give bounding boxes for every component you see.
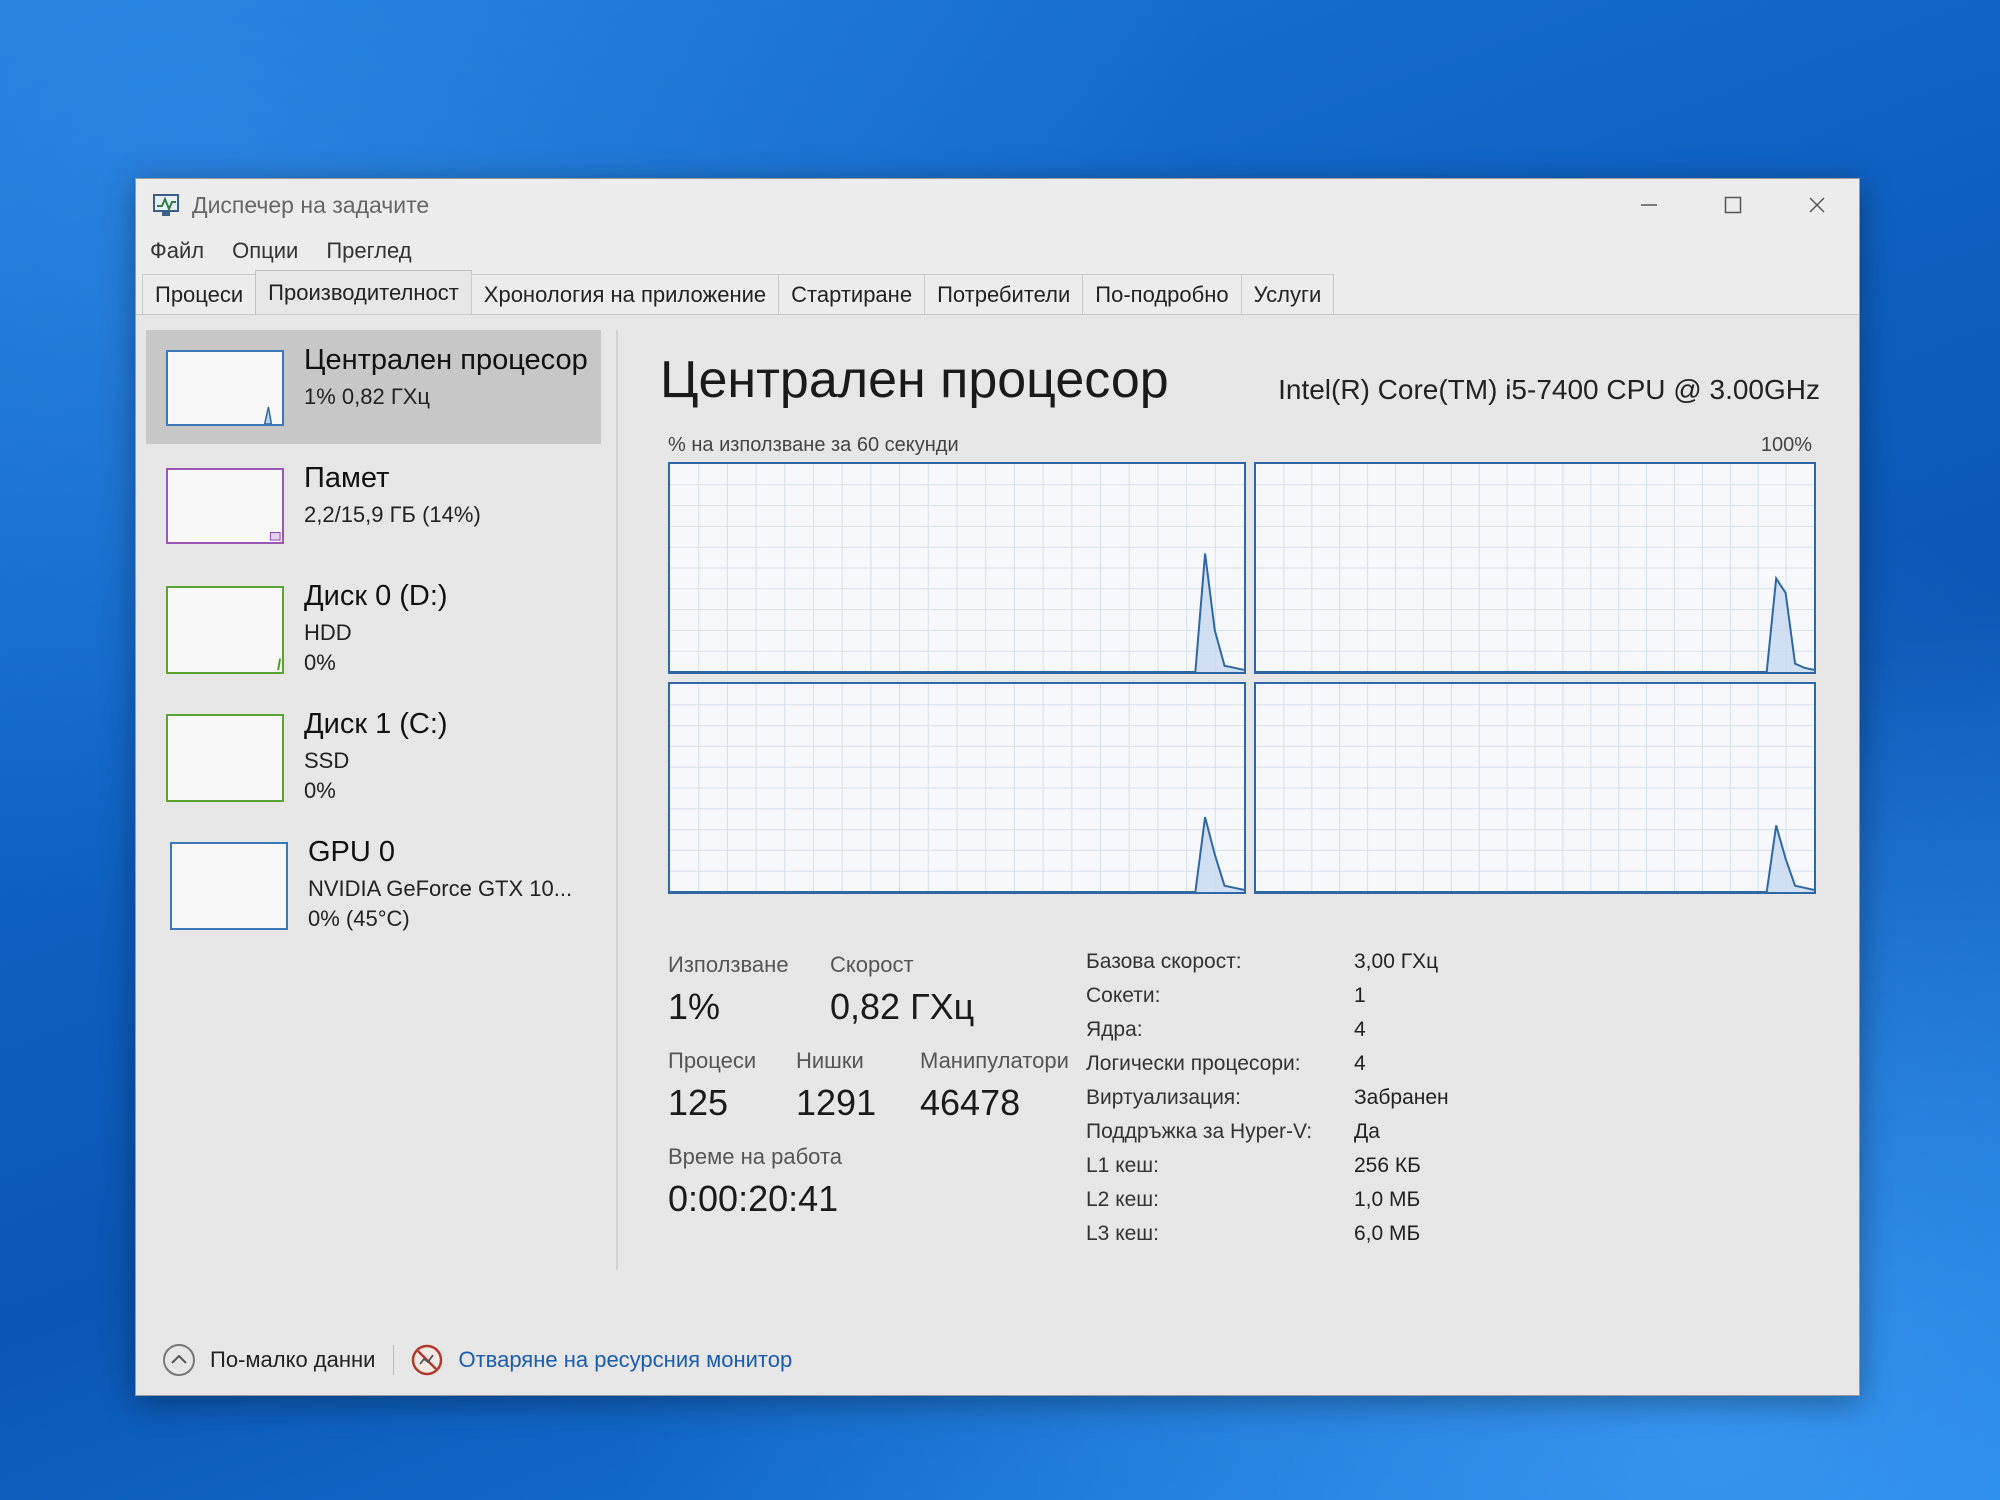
sidebar-item-name: Диск 1 (C:) bbox=[304, 708, 448, 740]
spec-key: L2 кеш: bbox=[1086, 1188, 1159, 1211]
sidebar-item-name: Диск 0 (D:) bbox=[304, 580, 448, 612]
footer-bar: По-малко данни Отваряне на ресурсния мон… bbox=[136, 1327, 1859, 1393]
maximize-button[interactable] bbox=[1691, 179, 1775, 231]
tab-processes[interactable]: Процеси bbox=[142, 274, 257, 314]
cpu-model-name: Intel(R) Core(TM) i5-7400 CPU @ 3.00GHz bbox=[1278, 374, 1820, 405]
speed-value: 0,82 ГХц bbox=[830, 986, 975, 1027]
fewer-details-button[interactable]: По-малко данни bbox=[162, 1343, 375, 1377]
spec-value: 1,0 МБ bbox=[1354, 1188, 1421, 1211]
usage-value: 1% bbox=[668, 986, 721, 1027]
title-bar[interactable]: Диспечер на задачите bbox=[136, 179, 1859, 231]
spec-value: 4 bbox=[1354, 1018, 1366, 1041]
spec-key: Базова скорост: bbox=[1086, 950, 1242, 973]
cpu-detail-panel: Централен процесор Intel(R) Core(TM) i5-… bbox=[646, 316, 1846, 1316]
page-title: Централен процесор bbox=[660, 351, 1169, 409]
tab-services[interactable]: Услуги bbox=[1240, 274, 1335, 314]
usage-label: Използване bbox=[668, 952, 789, 977]
processes-value: 125 bbox=[668, 1082, 729, 1123]
fewer-details-label: По-малко данни bbox=[210, 1347, 376, 1372]
tab-details[interactable]: По-подробно bbox=[1082, 274, 1242, 314]
uptime-label: Време на работа bbox=[668, 1144, 843, 1169]
close-icon bbox=[1809, 197, 1825, 213]
menu-bar: Файл Опции Преглед bbox=[136, 231, 1859, 271]
spec-key: Виртуализация: bbox=[1086, 1086, 1242, 1109]
open-resource-monitor-link[interactable]: Отваряне на ресурсния монитор bbox=[410, 1343, 792, 1377]
window-controls bbox=[1607, 179, 1859, 231]
close-button[interactable] bbox=[1775, 179, 1859, 231]
sidebar-item-name: Централен процесор bbox=[304, 344, 588, 376]
resource-monitor-icon bbox=[412, 1344, 443, 1376]
tab-startup[interactable]: Стартиране bbox=[778, 274, 926, 314]
tab-users[interactable]: Потребители bbox=[924, 274, 1084, 314]
sidebar-item-model: NVIDIA GeForce GTX 10... bbox=[308, 876, 573, 901]
cpu-core-graph bbox=[668, 462, 1246, 674]
tab-performance[interactable]: Производителност bbox=[255, 270, 472, 314]
menu-view[interactable]: Преглед bbox=[326, 238, 411, 264]
task-manager-icon bbox=[153, 194, 179, 216]
spec-value: 1 bbox=[1354, 984, 1366, 1007]
disk-0-thumbnail-graph bbox=[166, 586, 284, 674]
spec-key: Поддръжка за Hyper-V: bbox=[1086, 1120, 1313, 1143]
sidebar-item-type: HDD bbox=[304, 620, 352, 645]
maximize-icon bbox=[1724, 196, 1742, 214]
sidebar-item-disk-1[interactable]: Диск 1 (C:) SSD 0% bbox=[146, 694, 601, 808]
spec-value: 6,0 МБ bbox=[1354, 1222, 1421, 1245]
spec-key: Сокети: bbox=[1086, 984, 1161, 1007]
chevron-up-icon bbox=[163, 1344, 195, 1376]
menu-file[interactable]: Файл bbox=[150, 238, 204, 264]
sidebar-item-cpu[interactable]: Централен процесор 1% 0,82 ГХц bbox=[146, 330, 601, 444]
spec-value: Да bbox=[1354, 1120, 1380, 1143]
sidebar-item-usage: 0% bbox=[304, 778, 336, 803]
spec-value: 4 bbox=[1354, 1052, 1366, 1075]
threads-value: 1291 bbox=[796, 1082, 877, 1123]
sidebar-item-gpu-0[interactable]: GPU 0 NVIDIA GeForce GTX 10... 0% (45°C) bbox=[146, 822, 601, 936]
sidebar-divider[interactable] bbox=[616, 330, 618, 1270]
sidebar-item-usage: 0% bbox=[304, 650, 336, 675]
resource-sidebar: Централен процесор 1% 0,82 ГХц Памет 2,2… bbox=[146, 330, 601, 1280]
spec-value: 256 КБ bbox=[1354, 1154, 1421, 1177]
sidebar-item-usage: 0% (45°C) bbox=[308, 906, 410, 931]
performance-content: Централен процесор 1% 0,82 ГХц Памет 2,2… bbox=[136, 316, 1859, 1326]
speed-label: Скорост bbox=[830, 952, 914, 977]
task-manager-window: Диспечер на задачите Файл Опции Преглед … bbox=[135, 178, 1860, 1396]
uptime-value: 0:00:20:41 bbox=[668, 1178, 839, 1219]
handles-label: Манипулатори bbox=[920, 1048, 1069, 1073]
memory-thumbnail-graph bbox=[166, 468, 284, 544]
tab-bar: Процеси Производителност Хронология на п… bbox=[136, 270, 1859, 315]
cpu-core-graph bbox=[1254, 682, 1816, 894]
tab-app-history[interactable]: Хронология на приложение bbox=[470, 274, 780, 314]
sidebar-item-name: Памет bbox=[304, 462, 390, 494]
spec-key: Ядра: bbox=[1086, 1018, 1143, 1041]
window-title: Диспечер на задачите bbox=[192, 191, 430, 218]
minimize-button[interactable] bbox=[1607, 179, 1691, 231]
sidebar-item-detail: 2,2/15,9 ГБ (14%) bbox=[304, 502, 481, 527]
spec-key: Логически процесори: bbox=[1086, 1052, 1301, 1075]
menu-options[interactable]: Опции bbox=[232, 238, 298, 264]
minimize-icon bbox=[1641, 204, 1657, 206]
gpu-thumbnail-graph bbox=[170, 842, 288, 930]
spec-value: Забранен bbox=[1354, 1086, 1449, 1109]
graph-max-label: 100% bbox=[1760, 434, 1812, 456]
sidebar-item-detail: 1% 0,82 ГХц bbox=[304, 384, 431, 409]
footer-separator bbox=[393, 1345, 395, 1375]
cpu-core-graph bbox=[668, 682, 1246, 894]
processes-label: Процеси bbox=[668, 1048, 757, 1073]
spec-key: L1 кеш: bbox=[1086, 1154, 1159, 1177]
cpu-core-graph bbox=[1254, 462, 1816, 674]
graph-caption: % на използване за 60 секунди bbox=[668, 434, 959, 456]
handles-value: 46478 bbox=[920, 1082, 1021, 1123]
sidebar-item-memory[interactable]: Памет 2,2/15,9 ГБ (14%) bbox=[146, 448, 601, 562]
sidebar-item-disk-0[interactable]: Диск 0 (D:) HDD 0% bbox=[146, 566, 601, 680]
spec-key: L3 кеш: bbox=[1086, 1222, 1159, 1245]
spec-value: 3,00 ГХц bbox=[1354, 950, 1439, 973]
open-resource-monitor-label: Отваряне на ресурсния монитор bbox=[458, 1347, 793, 1372]
threads-label: Нишки bbox=[796, 1048, 864, 1073]
disk-1-thumbnail-graph bbox=[166, 714, 284, 802]
sidebar-item-name: GPU 0 bbox=[308, 836, 396, 868]
cpu-thumbnail-graph bbox=[166, 350, 284, 426]
sidebar-item-type: SSD bbox=[304, 748, 350, 773]
